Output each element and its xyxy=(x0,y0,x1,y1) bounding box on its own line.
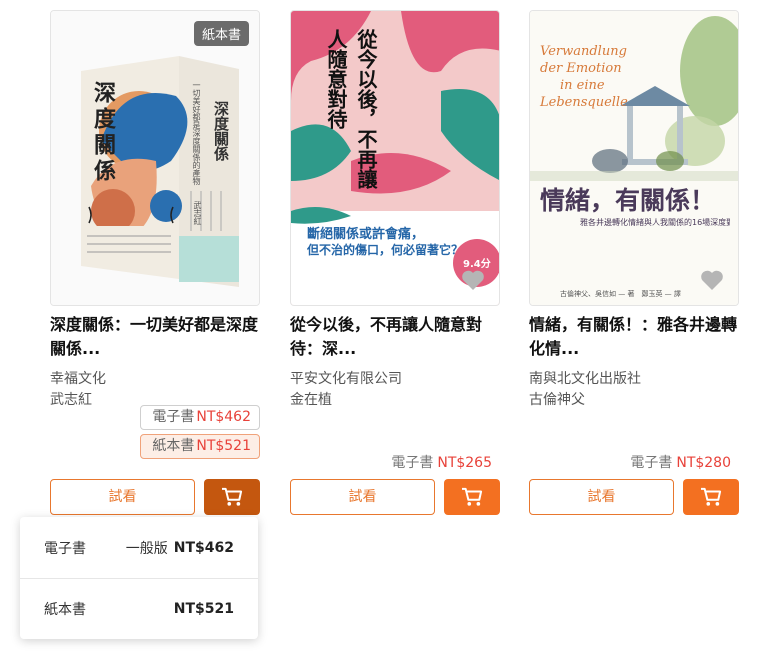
add-to-cart-button[interactable] xyxy=(683,479,739,515)
option-price: NT$521 xyxy=(173,601,234,617)
book-cover-link[interactable]: 從今以後，不再讓人隨意對待 斷絕關係或許會痛， 但不治的傷口，何必留著它？ 9.… xyxy=(290,10,500,306)
cover-spine-subtitle: 一切美好都是深度關係的產物 xyxy=(192,81,201,185)
book-cover-image: Verwandlung der Emotion in eine Lebensqu… xyxy=(530,11,738,305)
cover-author: 武志紅 xyxy=(193,201,202,225)
book-publisher[interactable]: 幸福文化 xyxy=(50,369,260,390)
book-author[interactable]: 古倫神父 xyxy=(529,390,739,411)
book-title[interactable]: 深度關係：一切美好都是深度關係... xyxy=(50,313,260,361)
format-badge: 紙本書 xyxy=(193,21,249,46)
option-type: 電子書 xyxy=(44,540,86,557)
book-cover-image: 深度關係 深度關係 一切美好都是深度關係的產物 武志紅 xyxy=(51,11,259,305)
cover-tagline: 斷絕關係或許會痛， xyxy=(307,227,425,242)
cover-subtitle: 雅各井邊轉化情緒與人我關係的16場深度對話 xyxy=(580,218,730,227)
dropdown-option-paperback[interactable]: 紙本書 NT$521 xyxy=(20,578,258,639)
cart-format-dropdown: 電子書 一般版 NT$462 紙本書 NT$521 xyxy=(20,517,258,639)
cart-icon xyxy=(222,487,243,506)
price-amount: NT$265 xyxy=(437,455,492,471)
price-tag-label: 紙本書 xyxy=(152,438,195,454)
cover-main-title: 深度關係 xyxy=(90,81,116,185)
add-to-cart-button[interactable] xyxy=(204,479,260,515)
heart-icon[interactable] xyxy=(700,269,724,291)
ebook-price-tag[interactable]: 電子書 NT$462 xyxy=(140,405,260,430)
book-cover-image: 從今以後，不再讓人隨意對待 斷絕關係或許會痛， 但不治的傷口，何必留著它？ 9.… xyxy=(291,11,499,305)
price-tag-amount: NT$462 xyxy=(196,409,251,425)
book-cover-link[interactable]: 紙本書 深度關係 深度關係 一切美好都是深度關係的產物 武志紅 xyxy=(50,10,260,306)
book-card: 紙本書 深度關係 深度關係 一切美好都是深度關係的產物 武志紅 深度關係：一切美… xyxy=(50,10,260,411)
book-publisher[interactable]: 南與北文化出版社 xyxy=(529,369,739,390)
book-author[interactable]: 金在植 xyxy=(290,390,500,411)
preview-button[interactable]: 試看 xyxy=(290,479,435,515)
price-tag-amount: NT$521 xyxy=(196,438,251,454)
cart-icon xyxy=(701,487,722,506)
book-title[interactable]: 情緒，有關係！：雅各井邊轉化情... xyxy=(529,313,739,361)
cart-icon xyxy=(462,487,483,506)
option-price: NT$462 xyxy=(173,539,234,556)
ebook-price: 電子書 NT$265 xyxy=(391,452,492,472)
book-card: Verwandlung der Emotion in eine Lebensqu… xyxy=(529,10,739,411)
paperback-price-tag[interactable]: 紙本書 NT$521 xyxy=(140,434,260,459)
heart-icon[interactable] xyxy=(461,269,485,291)
dropdown-option-ebook[interactable]: 電子書 一般版 NT$462 xyxy=(20,517,258,578)
price-tag-label: 電子書 xyxy=(152,409,195,425)
cover-latin-line: Lebensquelle xyxy=(540,95,628,110)
book-card: 從今以後，不再讓人隨意對待 斷絕關係或許會痛， 但不治的傷口，何必留著它？ 9.… xyxy=(290,10,500,411)
book-title[interactable]: 從今以後，不再讓人隨意對待：深... xyxy=(290,313,500,361)
cover-spine-title: 深度關係 xyxy=(212,101,230,161)
option-version: 一般版 xyxy=(125,540,168,557)
book-publisher[interactable]: 平安文化有限公司 xyxy=(290,369,500,390)
cover-credits: 古倫神父、吳信如 — 著 鄭玉英 — 譯 xyxy=(560,290,681,298)
cover-latin-title: Verwandlung der Emotion in eine Lebensqu… xyxy=(540,43,628,111)
cover-latin-line: Verwandlung xyxy=(540,44,627,59)
cover-main-title: 從今以後，不再讓人隨意對待 xyxy=(324,29,378,189)
cover-tagline: 但不治的傷口，何必留著它？ xyxy=(307,243,464,257)
option-type: 紙本書 xyxy=(44,602,86,618)
cover-sticker: 9.4分 xyxy=(463,259,491,270)
cover-latin-line: der Emotion xyxy=(540,61,622,76)
ebook-price: 電子書 NT$280 xyxy=(630,452,731,472)
preview-button[interactable]: 試看 xyxy=(50,479,195,515)
price-amount: NT$280 xyxy=(676,455,731,471)
cover-main-title: 情緒，有關係！ xyxy=(540,186,716,215)
price-label: 電子書 xyxy=(630,455,673,471)
add-to-cart-button[interactable] xyxy=(444,479,500,515)
price-label: 電子書 xyxy=(391,455,434,471)
book-cover-link[interactable]: Verwandlung der Emotion in eine Lebensqu… xyxy=(529,10,739,306)
cover-latin-line: in eine xyxy=(560,78,605,93)
preview-button[interactable]: 試看 xyxy=(529,479,674,515)
